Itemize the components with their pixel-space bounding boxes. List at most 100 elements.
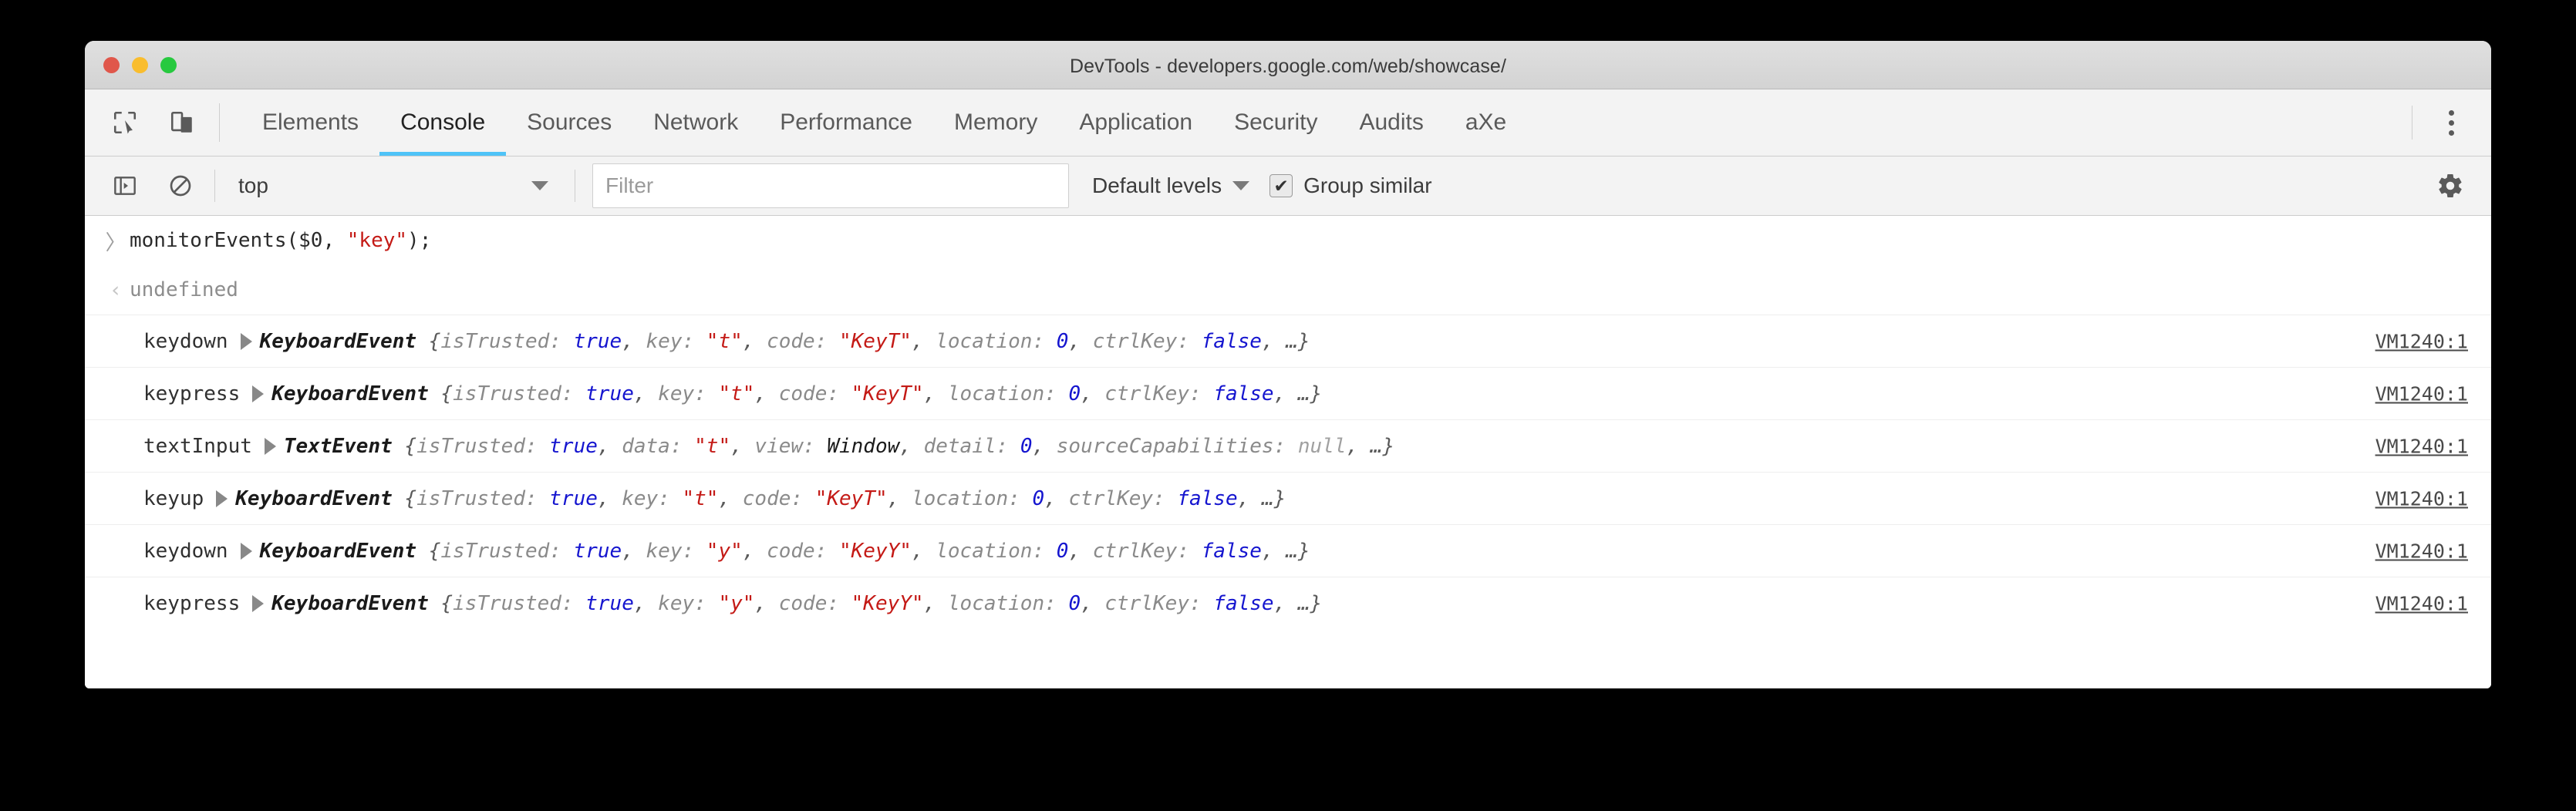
clear-console-button[interactable] [160,166,201,206]
console-input-line[interactable]: 〉 monitorEvents($0, "key"); [85,216,2491,265]
expand-triangle-icon[interactable] [241,333,252,350]
tab-axe[interactable]: aXe [1445,89,1527,156]
property-key: key: [658,382,718,406]
property-value: "KeyY" [839,540,912,563]
tab-label: Network [653,109,738,136]
property-value: "KeyT" [839,330,912,353]
input-post: ); [407,229,431,252]
source-link[interactable]: VM1240:1 [2375,435,2468,457]
console-sidebar-icon [113,173,137,198]
settings-button[interactable] [2429,165,2471,207]
event-type-label: textInput [143,435,252,458]
property-key: detail: [924,435,1020,458]
console-event-row[interactable]: keyup KeyboardEvent {isTrusted: true, key… [85,472,2491,524]
event-type-label: keypress [143,382,240,406]
group-similar-checkbox[interactable]: ✔ [1269,174,1293,197]
property-key: code: [779,592,851,615]
property-key: key: [646,540,706,563]
more-properties-ellipsis: …} [1286,540,1310,563]
console-log[interactable]: 〉 monitorEvents($0, "key"); ‹ undefined … [85,216,2491,688]
execution-context-select[interactable]: top [229,168,561,204]
console-toolbar-icons [105,166,201,206]
event-constructor-name: KeyboardEvent [235,487,393,510]
console-event-row[interactable]: textInputTextEvent {isTrusted: true, dat… [85,419,2491,472]
tab-sources[interactable]: Sources [506,89,632,156]
tab-performance[interactable]: Performance [759,89,933,156]
tabstrip-divider [219,103,220,142]
log-levels-dropdown[interactable]: Default levels [1092,173,1249,198]
console-event-row[interactable]: keydown KeyboardEvent {isTrusted: true, k… [85,315,2491,367]
expand-triangle-icon[interactable] [216,490,228,507]
result-arrow-icon: ‹ [102,278,130,302]
property-value: false [1177,487,1237,510]
property-key: location: [936,540,1057,563]
property-key: code: [779,382,851,406]
property-value: false [1202,540,1262,563]
console-input-expression: monitorEvents($0, "key"); [130,229,431,252]
tab-security[interactable]: Security [1213,89,1338,156]
expand-triangle-icon[interactable] [252,595,264,612]
window-title: DevTools - developers.google.com/web/sho… [85,56,2491,78]
tab-label: Audits [1359,109,1423,136]
expand-triangle-icon[interactable] [252,385,264,402]
tab-memory[interactable]: Memory [933,89,1058,156]
source-link[interactable]: VM1240:1 [2375,540,2468,562]
screen: DevTools - developers.google.com/web/sho… [0,0,2576,811]
tab-application[interactable]: Application [1058,89,1213,156]
panel-tabs: Elements Console Sources Network Perform… [241,89,2412,156]
console-sidebar-toggle-button[interactable] [105,166,145,206]
console-event-row[interactable]: keypress KeyboardEvent {isTrusted: true, … [85,577,2491,629]
tab-elements[interactable]: Elements [241,89,379,156]
property-key: location: [936,330,1057,353]
tab-label: Memory [954,109,1037,136]
event-object-preview: KeyboardEvent {isTrusted: true, key: "t"… [235,487,1286,510]
console-event-row[interactable]: keydownKeyboardEvent {isTrusted: true, k… [85,524,2491,577]
event-type-label: keyup [143,487,204,510]
event-constructor-name: KeyboardEvent [271,382,429,406]
property-key: location: [912,487,1033,510]
console-event-row[interactable]: keypressKeyboardEvent {isTrusted: true, … [85,367,2491,419]
inspect-element-button[interactable] [105,103,145,143]
property-value: "t" [706,330,743,353]
property-key: isTrusted: [453,382,585,406]
console-event-rows: keydown KeyboardEvent {isTrusted: true, k… [85,315,2491,629]
source-link[interactable]: VM1240:1 [2375,487,2468,510]
expand-triangle-icon[interactable] [265,438,276,455]
tab-label: Performance [780,109,912,136]
property-value: 0 [1057,540,1069,563]
property-value: "t" [718,382,754,406]
property-key: code: [743,487,815,510]
log-levels-label: Default levels [1092,173,1222,198]
property-key: sourceCapabilities: [1057,435,1298,458]
tab-network[interactable]: Network [632,89,759,156]
property-value: "KeyY" [851,592,924,615]
event-type-label: keypress [143,592,240,615]
source-link[interactable]: VM1240:1 [2375,330,2468,352]
property-key: view: [754,435,827,458]
devtools-window: DevTools - developers.google.com/web/sho… [85,41,2491,688]
gear-icon [2436,172,2464,200]
event-object-preview: KeyboardEvent {isTrusted: true, key: "y"… [271,592,1322,615]
property-key: ctrlKey: [1068,487,1177,510]
tab-console[interactable]: Console [379,89,506,156]
expand-triangle-icon[interactable] [241,543,252,560]
event-constructor-name: KeyboardEvent [260,540,417,563]
event-object-preview: KeyboardEvent {isTrusted: true, key: "y"… [260,540,1310,563]
property-key: ctrlKey: [1104,592,1213,615]
property-value: 0 [1032,487,1044,510]
tab-label: Console [400,109,485,136]
input-pre: monitorEvents($0, [130,229,347,252]
event-object-preview: KeyboardEvent {isTrusted: true, key: "t"… [260,330,1310,353]
tab-audits[interactable]: Audits [1338,89,1444,156]
group-similar-toggle[interactable]: ✔ Group similar [1269,173,1431,198]
kebab-menu-icon [2449,110,2454,116]
more-tools-button[interactable] [2434,103,2468,143]
device-toolbar-button[interactable] [162,103,202,143]
property-key: ctrlKey: [1104,382,1213,406]
property-value: "KeyT" [851,382,924,406]
property-value: 0 [1057,330,1069,353]
source-link[interactable]: VM1240:1 [2375,592,2468,614]
source-link[interactable]: VM1240:1 [2375,382,2468,405]
event-type-label: keydown [143,330,228,353]
filter-input[interactable]: Filter [592,163,1069,208]
